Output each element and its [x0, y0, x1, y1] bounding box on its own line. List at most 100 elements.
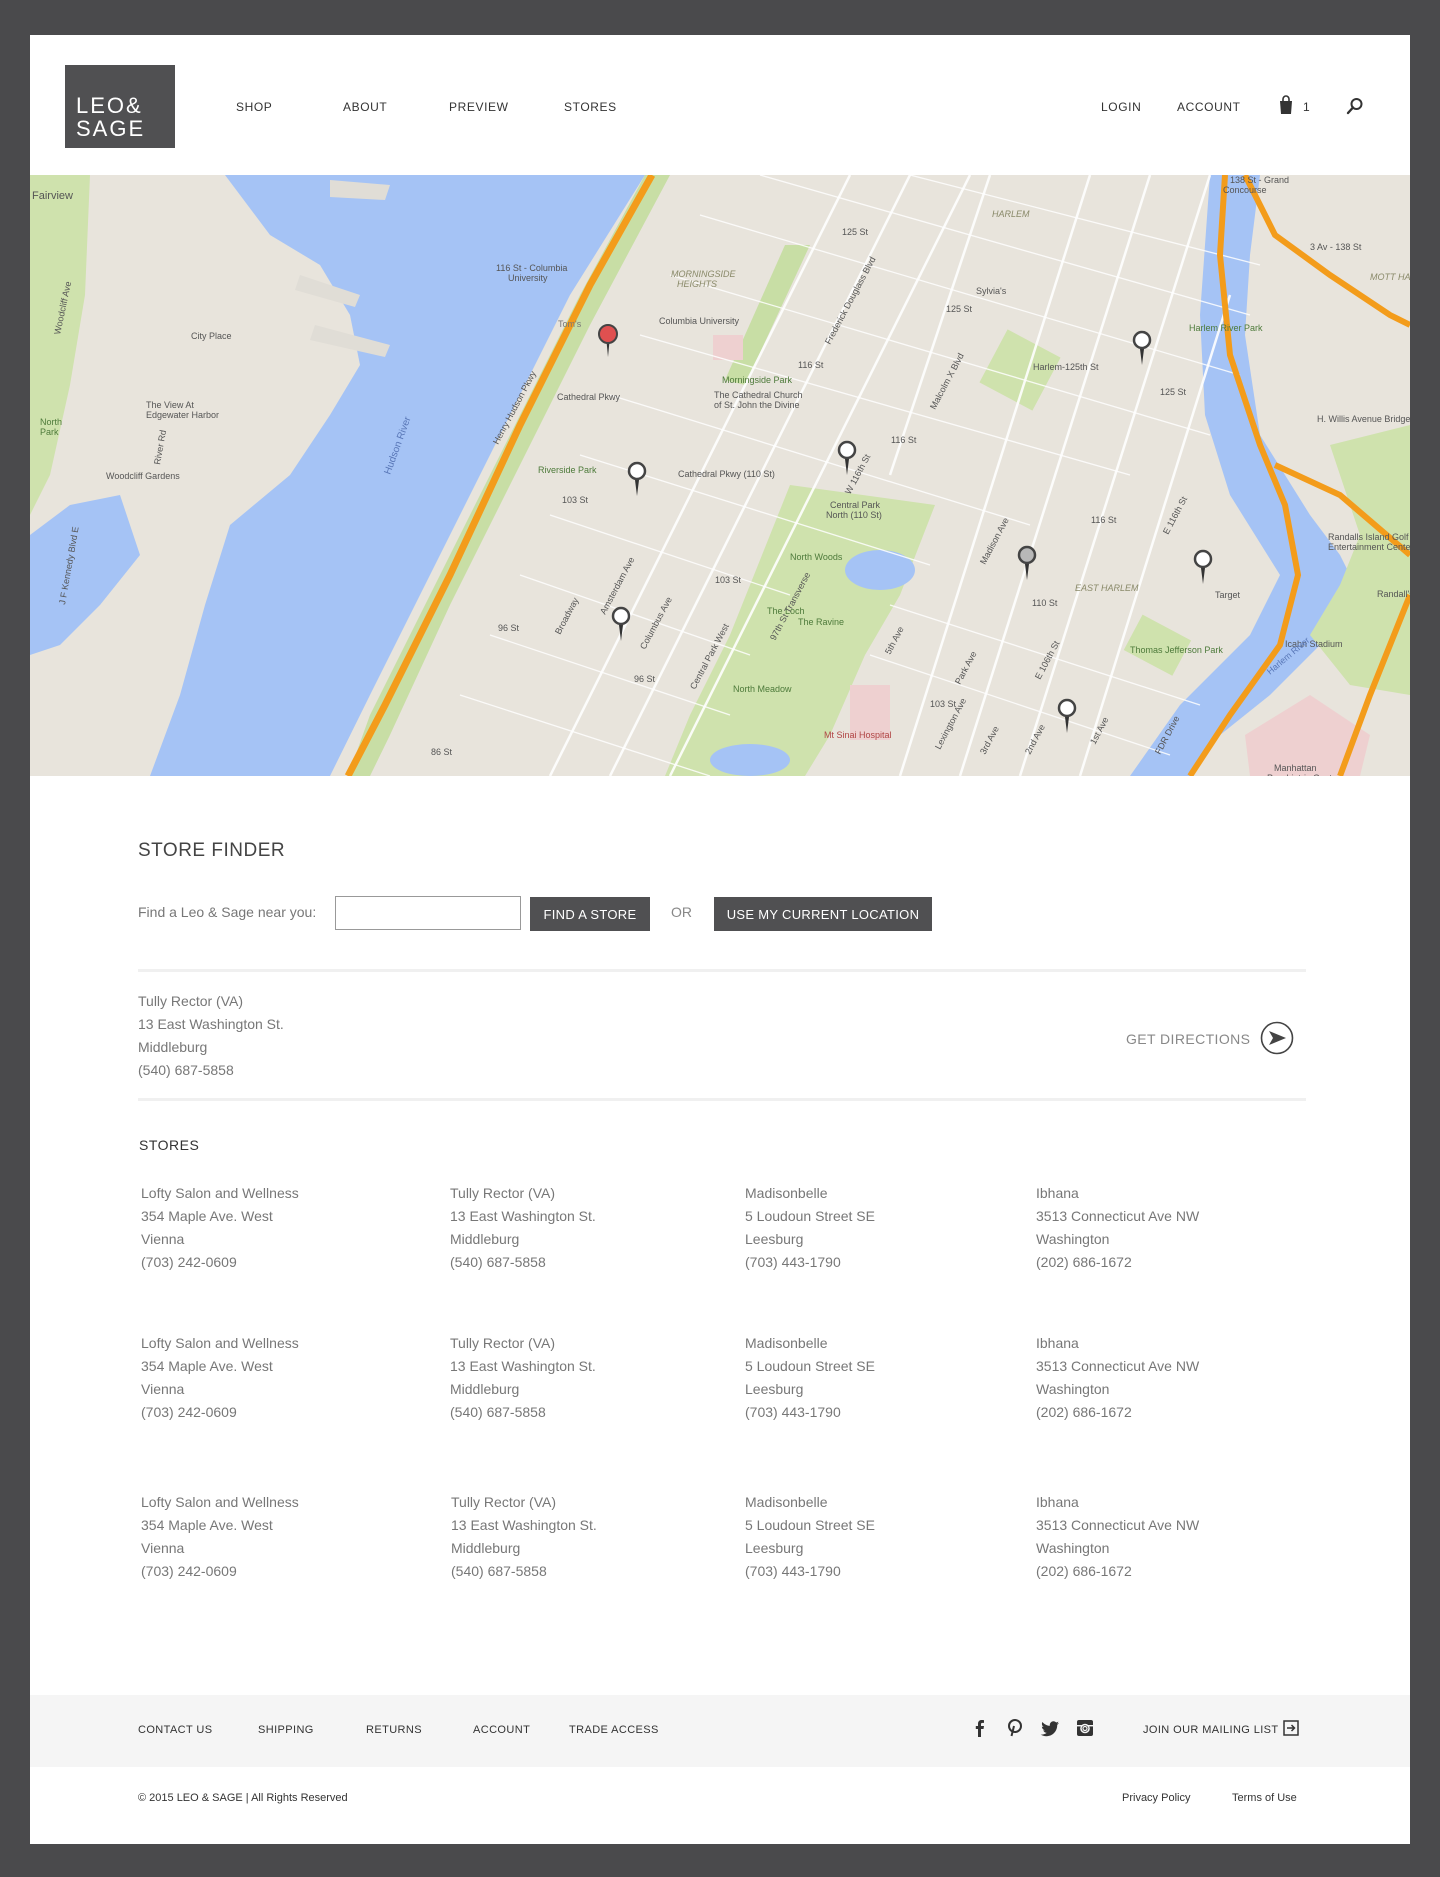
store-phone: (202) 686-1672: [1036, 1563, 1132, 1579]
copyright-text: © 2015 LEO & SAGE | All Rights Reserved: [138, 1792, 348, 1804]
map-label: Columbia University: [659, 316, 740, 326]
store-name: Lofty Salon and Wellness: [141, 1335, 299, 1351]
map-label: H. Willis Avenue Bridge: [1317, 414, 1410, 424]
store-card[interactable]: Ibhana 3513 Connecticut Ave NW Washingto…: [1036, 1182, 1199, 1274]
cart-button[interactable]: 1: [1277, 95, 1327, 117]
mailing-list-button[interactable]: [1283, 1720, 1299, 1736]
store-name: Ibhana: [1036, 1494, 1079, 1510]
pinterest-link[interactable]: [1005, 1718, 1025, 1738]
map-label: 86 St: [431, 747, 453, 757]
map-label: Morningside Park: [722, 375, 793, 385]
map-label: Target: [1215, 590, 1241, 600]
store-city: Washington: [1036, 1381, 1110, 1397]
store-city: Washington: [1036, 1231, 1110, 1247]
store-map[interactable]: Fairview City Place The View At Edgewate…: [30, 175, 1410, 776]
store-card[interactable]: Tully Rector (VA) 13 East Washington St.…: [451, 1491, 597, 1583]
footer-trade-link[interactable]: TRADE ACCESS: [569, 1724, 659, 1736]
store-card[interactable]: Madisonbelle 5 Loudoun Street SE Leesbur…: [745, 1182, 875, 1274]
site-header: LEO& SAGE SHOP ABOUT PREVIEW STORES LOGI…: [30, 35, 1410, 175]
external-link-icon: [1283, 1720, 1299, 1736]
get-directions-button[interactable]: [1260, 1021, 1294, 1055]
selected-store: Tully Rector (VA) 13 East Washington St.…: [138, 990, 284, 1082]
store-card[interactable]: Ibhana 3513 Connecticut Ave NW Washingto…: [1036, 1491, 1199, 1583]
instagram-link[interactable]: [1075, 1718, 1095, 1738]
store-phone: (540) 687-5858: [450, 1404, 546, 1420]
store-street: 3513 Connecticut Ave NW: [1036, 1358, 1200, 1374]
map-label: Cathedral Pkwy: [557, 392, 621, 402]
brand-logo[interactable]: LEO& SAGE: [65, 65, 175, 148]
nav-login[interactable]: LOGIN: [1101, 100, 1141, 114]
use-current-location-button[interactable]: USE MY CURRENT LOCATION: [714, 897, 932, 931]
store-city: Leesburg: [745, 1381, 804, 1397]
map-label: Fairview: [32, 190, 73, 202]
map-label: EAST HARLEM: [1075, 583, 1139, 593]
map-label: The Cathedral Church: [714, 390, 803, 400]
nav-about[interactable]: ABOUT: [343, 100, 387, 114]
map-label: City Place: [191, 331, 232, 341]
map-label: 116 St: [891, 435, 917, 445]
twitter-link[interactable]: [1040, 1718, 1060, 1738]
store-card[interactable]: Madisonbelle 5 Loudoun Street SE Leesbur…: [745, 1491, 875, 1583]
map-label: Harlem River Park: [1189, 323, 1263, 333]
nav-preview[interactable]: PREVIEW: [449, 100, 509, 114]
map-label: 96 St: [498, 623, 520, 633]
map-label: 125 St: [842, 227, 869, 237]
find-store-button[interactable]: FIND A STORE: [530, 897, 650, 931]
store-street: 5 Loudoun Street SE: [745, 1358, 875, 1374]
footer-account-link[interactable]: ACCOUNT: [473, 1724, 530, 1736]
map-canvas[interactable]: Fairview City Place The View At Edgewate…: [30, 175, 1410, 776]
get-directions-link[interactable]: GET DIRECTIONS: [1126, 1031, 1250, 1047]
privacy-policy-link[interactable]: Privacy Policy: [1122, 1792, 1190, 1804]
store-phone: (202) 686-1672: [1036, 1404, 1132, 1420]
map-label: North Meadow: [733, 684, 792, 694]
nav-stores[interactable]: STORES: [564, 100, 617, 114]
brand-logo-line1: LEO&: [76, 93, 143, 118]
store-card[interactable]: Tully Rector (VA) 13 East Washington St.…: [450, 1182, 596, 1274]
or-separator: OR: [671, 904, 692, 920]
store-name: Lofty Salon and Wellness: [141, 1494, 299, 1510]
stores-heading: STORES: [139, 1137, 200, 1153]
store-phone: (703) 242-0609: [141, 1254, 237, 1270]
search-button[interactable]: [1346, 97, 1364, 115]
footer-returns-link[interactable]: RETURNS: [366, 1724, 422, 1736]
store-phone: (703) 443-1790: [745, 1563, 841, 1579]
map-label: Psychiatric Center: [1267, 773, 1340, 776]
map-label: North Woods: [790, 552, 843, 562]
store-card[interactable]: Lofty Salon and Wellness 354 Maple Ave. …: [141, 1491, 299, 1583]
map-label: 110 St: [1032, 598, 1058, 608]
footer-contact-link[interactable]: CONTACT US: [138, 1724, 213, 1736]
nav-account[interactable]: ACCOUNT: [1177, 100, 1241, 114]
store-card[interactable]: Lofty Salon and Wellness 354 Maple Ave. …: [141, 1332, 299, 1424]
pinterest-icon: [1008, 1719, 1022, 1737]
search-icon: [1346, 98, 1363, 115]
map-label: Entertainment Center: [1328, 542, 1410, 552]
location-search-input[interactable]: [335, 896, 521, 930]
map-label: The View At: [146, 400, 194, 410]
store-name: Madisonbelle: [745, 1494, 828, 1510]
store-phone: (540) 687-5858: [450, 1254, 546, 1270]
map-label: HARLEM: [992, 209, 1030, 219]
map-label: Manhattan: [1274, 763, 1317, 773]
store-card[interactable]: Tully Rector (VA) 13 East Washington St.…: [450, 1332, 596, 1424]
store-name: Ibhana: [1036, 1335, 1079, 1351]
map-label: North (110 St): [826, 510, 882, 520]
store-card[interactable]: Ibhana 3513 Connecticut Ave NW Washingto…: [1036, 1332, 1199, 1424]
map-label: The Ravine: [798, 617, 844, 627]
divider: [138, 969, 1306, 972]
store-card[interactable]: Madisonbelle 5 Loudoun Street SE Leesbur…: [745, 1332, 875, 1424]
store-street: 354 Maple Ave. West: [141, 1208, 273, 1224]
map-label: Central Park: [830, 500, 881, 510]
map-label: Concourse: [1223, 185, 1267, 195]
footer-shipping-link[interactable]: SHIPPING: [258, 1724, 314, 1736]
store-card[interactable]: Lofty Salon and Wellness 354 Maple Ave. …: [141, 1182, 299, 1274]
navigation-arrow-icon: [1260, 1021, 1294, 1055]
store-street: 3513 Connecticut Ave NW: [1036, 1208, 1200, 1224]
map-label: 3 Av - 138 St: [1310, 242, 1362, 252]
store-street: 5 Loudoun Street SE: [745, 1517, 875, 1533]
store-street: 3513 Connecticut Ave NW: [1036, 1517, 1200, 1533]
map-label: Woodcliff Gardens: [106, 471, 180, 481]
facebook-link[interactable]: [970, 1718, 990, 1738]
mailing-list-link[interactable]: JOIN OUR MAILING LIST: [1143, 1724, 1279, 1736]
terms-of-use-link[interactable]: Terms of Use: [1232, 1792, 1297, 1804]
nav-shop[interactable]: SHOP: [236, 100, 272, 114]
